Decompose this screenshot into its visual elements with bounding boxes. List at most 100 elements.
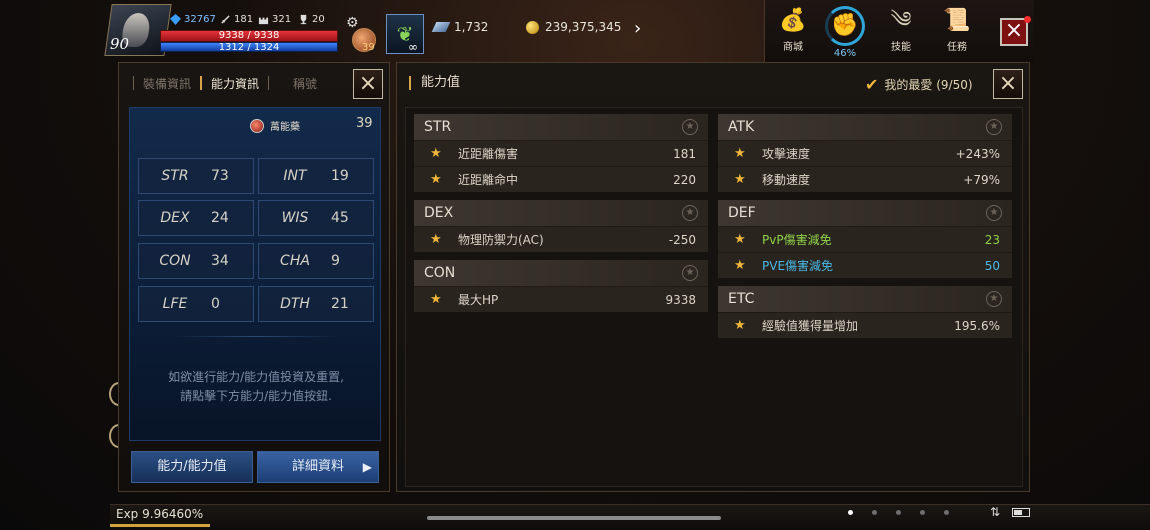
stat-lfe[interactable]: LFE 0 (138, 286, 254, 322)
stat-con[interactable]: CON 34 (138, 243, 254, 279)
star-icon[interactable]: ★ (986, 291, 1002, 307)
elixir-count: 39 (356, 116, 373, 131)
page-dot (872, 510, 877, 515)
close-right-panel-button[interactable]: × (993, 69, 1023, 99)
close-left-panel-button[interactable]: × (353, 69, 383, 99)
group-def: DEF ★ ★ PvP傷害減免 23 ★ PVE傷害減免 50 (718, 200, 1012, 278)
stat-str[interactable]: STR 73 (138, 158, 254, 194)
stat-row[interactable]: ★ 經驗值獲得量增加 195.6% (718, 312, 1012, 338)
page-dot (848, 510, 853, 515)
stat-name: DEX (160, 210, 190, 226)
mp-bar: 1312 / 1324 (160, 42, 338, 53)
star-icon: ★ (734, 146, 746, 161)
character-level: 90 (110, 35, 130, 53)
detail-button-label: 詳細資料 (291, 459, 344, 474)
hint-line-2: 請點擊下方能力/能力值按鈕. (180, 389, 332, 403)
stat-name: WIS (281, 210, 309, 226)
group-header: ETC ★ (718, 286, 1012, 312)
stat-row[interactable]: ★ PVE傷害減免 50 (718, 252, 1012, 278)
leaf-buff-slot[interactable]: ❦ (386, 14, 424, 54)
stat-value: 220 (673, 173, 696, 187)
star-icon[interactable]: ★ (682, 119, 698, 135)
checkmark-icon: ✔ (865, 75, 879, 94)
group-header: STR ★ (414, 114, 708, 140)
star-icon[interactable]: ★ (986, 205, 1002, 221)
stat-label: 最大HP (458, 293, 499, 307)
group-title: DEX (424, 205, 454, 221)
exp-label: Exp 9.96460% (116, 507, 204, 521)
stat-value: 24 (211, 210, 229, 226)
star-icon[interactable]: ★ (986, 119, 1002, 135)
quests-label: 任務 (947, 42, 967, 53)
skills-menu-button[interactable]: ༄ 技能 (877, 6, 925, 53)
stat-label: 攻擊速度 (762, 147, 811, 161)
gold-value: 239,375,345 (545, 20, 622, 34)
stat-wis[interactable]: WIS 45 (258, 200, 374, 236)
elixir-icon (250, 118, 264, 133)
stat-value: 181 (673, 147, 696, 161)
group-con: CON ★ ★ 最大HP 9338 (414, 260, 708, 312)
group-header: ATK ★ (718, 114, 1012, 140)
stat-int[interactable]: INT 19 (258, 158, 374, 194)
potion-count: 39 (362, 42, 375, 53)
stat-value: 195.6% (954, 319, 1000, 333)
stat-row[interactable]: ★ PvP傷害減免 23 (718, 226, 1012, 252)
star-icon: ★ (734, 258, 746, 273)
auto-progress-button[interactable]: ✊ 46% (821, 6, 869, 59)
stat-row[interactable]: ★ 移動速度 +79% (718, 166, 1012, 192)
group-title: STR (424, 119, 452, 135)
chevron-right-icon[interactable]: › (634, 18, 641, 39)
gear-icon[interactable]: ⚙ (346, 15, 359, 31)
play-arrow-icon: ▶ (362, 460, 372, 474)
shop-menu-button[interactable]: 💰 商城 (769, 6, 817, 53)
sword-icon (221, 15, 230, 24)
stat-value: 45 (331, 210, 349, 226)
stat-label: PVE傷害減免 (762, 259, 834, 273)
favorites-label: 我的最愛 (9/50) (884, 78, 973, 92)
stat-row[interactable]: ★ 物理防禦力(AC) -250 (414, 226, 708, 252)
ability-stats-button[interactable]: 能力/能力值 (131, 451, 253, 483)
tab-title[interactable]: 稱號 (269, 75, 326, 92)
group-dex: DEX ★ ★ 物理防禦力(AC) -250 (414, 200, 708, 252)
progress-percent: 46% (833, 48, 857, 59)
detail-button[interactable]: 詳細資料 ▶ (257, 451, 379, 483)
close-icon: × (1004, 18, 1024, 43)
ability-values-panel: 能力值 ✔ 我的最愛 (9/50) × STR ★ ★ 近距離傷害 181 ★ 近距離命… (396, 62, 1030, 492)
diamond-icon (431, 22, 451, 32)
stat-name: STR (161, 168, 189, 184)
scroll-icon: 📜 (943, 8, 971, 33)
stat-name: CHA (280, 253, 310, 269)
stat-name: CON (159, 253, 191, 269)
star-icon[interactable]: ★ (682, 265, 698, 281)
shop-label: 商城 (783, 42, 803, 53)
stat-value: 23 (984, 233, 1000, 247)
stat-dex[interactable]: DEX 24 (138, 200, 254, 236)
tab-ability[interactable]: 能力資訊 (202, 75, 268, 92)
quests-menu-button[interactable]: 📜 任務 (933, 6, 981, 53)
tab-equipment[interactable]: 裝備資訊 (134, 75, 200, 92)
money-bag-icon: 💰 (779, 8, 807, 33)
main-menu-bar: 💰 商城 ✊ 46% ༄ 技能 📜 任務 (764, 0, 1034, 62)
star-icon: ★ (430, 232, 442, 247)
elixir-header: 萬能藥 (250, 118, 300, 133)
stat-value: 21 (331, 296, 349, 312)
stat-row[interactable]: ★ 攻擊速度 +243% (718, 140, 1012, 166)
close-menu-button[interactable]: × (1000, 18, 1028, 46)
stat-cha[interactable]: CHA 9 (258, 243, 374, 279)
stat-label: 移動速度 (762, 173, 811, 187)
star-icon[interactable]: ★ (682, 205, 698, 221)
star-icon: ★ (430, 292, 442, 307)
castle-value: 321 (272, 14, 292, 25)
stat-row[interactable]: ★ 最大HP 9338 (414, 286, 708, 312)
notification-dot (1024, 16, 1031, 23)
castle-stat: 321 (258, 14, 291, 25)
stat-dth[interactable]: DTH 21 (258, 286, 374, 322)
stat-row[interactable]: ★ 近距離命中 220 (414, 166, 708, 192)
stat-value: 0 (211, 296, 220, 312)
home-indicator[interactable] (427, 516, 721, 520)
favorites-toggle[interactable]: ✔ 我的最愛 (9/50) (865, 75, 973, 94)
coin-icon (526, 20, 539, 34)
castle-icon (258, 17, 269, 25)
stat-row[interactable]: ★ 近距離傷害 181 (414, 140, 708, 166)
character-info-panel: 裝備資訊 能力資訊 稱號 × 萬能藥 39 STR 73 INT 19 DEX 24 … (118, 62, 390, 492)
